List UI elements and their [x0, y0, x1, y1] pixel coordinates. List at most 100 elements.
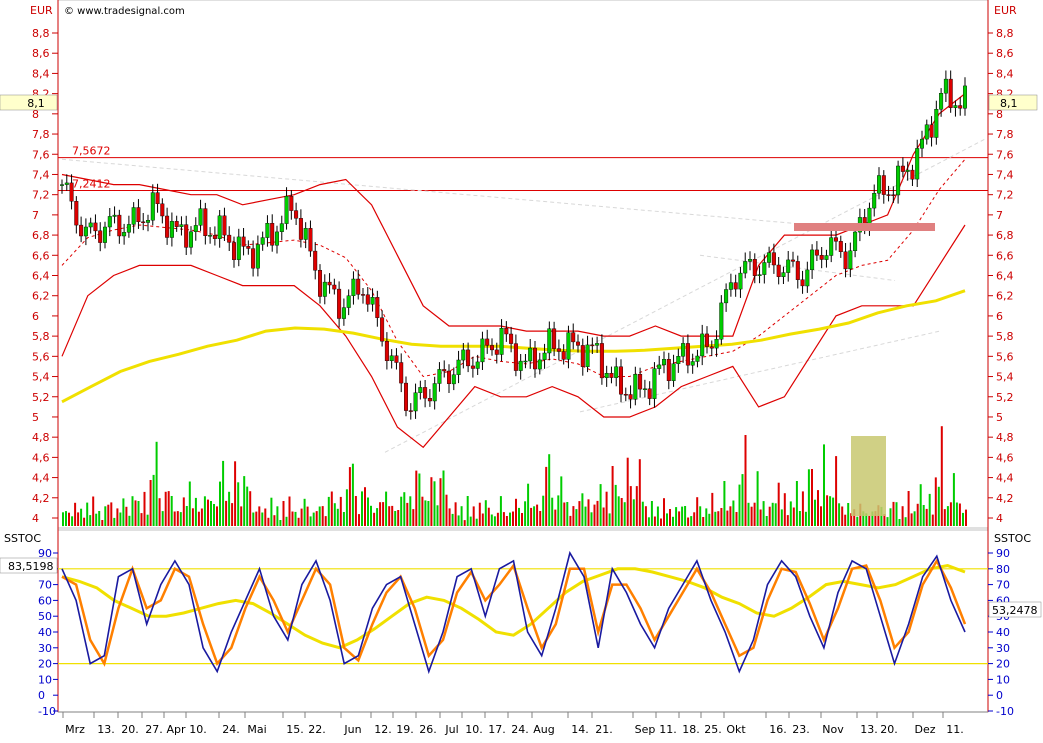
- volume-bar: [922, 505, 925, 526]
- volume-bar: [901, 506, 904, 526]
- candle-body: [561, 351, 566, 360]
- volume-bar: [617, 496, 620, 526]
- volume-bar: [279, 520, 282, 526]
- volume-bar: [243, 476, 246, 526]
- volume-bar: [765, 516, 768, 526]
- candle-body: [394, 355, 399, 363]
- volume-bar: [68, 512, 70, 526]
- candle-body: [791, 259, 796, 262]
- price-ytick-left: 5,8: [32, 330, 50, 343]
- stoch-ytick-left: 70: [38, 579, 52, 592]
- volume-bar: [276, 506, 279, 526]
- volume-bar: [524, 501, 527, 526]
- volume-bar: [282, 501, 285, 526]
- volume-bar: [158, 498, 161, 526]
- volume-bar: [376, 508, 379, 526]
- candle-body: [169, 221, 174, 238]
- volume-bar: [122, 498, 125, 526]
- volume-bar: [669, 509, 671, 526]
- resistance-label: 7,5672: [72, 145, 111, 158]
- volume-bar: [955, 502, 958, 526]
- volume-bar: [92, 496, 95, 526]
- volume-bar: [898, 519, 901, 526]
- candle-body: [604, 373, 609, 379]
- candle-body: [748, 259, 753, 262]
- volume-bar: [826, 495, 829, 526]
- candle-body: [212, 235, 217, 239]
- candle-body: [695, 355, 700, 362]
- candle-body: [270, 222, 275, 246]
- candle-body: [595, 343, 600, 346]
- volume-bar: [868, 516, 871, 526]
- volume-bar: [119, 512, 122, 526]
- volume-bar: [729, 506, 732, 526]
- candle-body: [834, 237, 839, 242]
- stoch-ytick-right: -10: [996, 705, 1014, 718]
- volume-bar: [95, 513, 98, 526]
- volume-bar: [928, 493, 931, 526]
- volume-bar: [723, 481, 726, 526]
- volume-bar: [750, 506, 753, 526]
- volume-bar: [80, 508, 83, 526]
- candle-body: [485, 338, 490, 346]
- candle-body: [432, 383, 437, 402]
- volume-bar: [101, 520, 104, 526]
- candle-body: [690, 361, 695, 366]
- volume-bar: [539, 511, 542, 526]
- candle-body: [298, 218, 303, 240]
- volume-bar: [533, 506, 536, 526]
- volume-bar: [653, 516, 656, 526]
- volume-bar: [638, 459, 641, 526]
- volume-bar: [811, 469, 813, 526]
- volume-bar: [823, 444, 825, 526]
- volume-bar: [484, 500, 487, 526]
- volume-bar: [364, 487, 366, 526]
- volume-bar: [412, 509, 415, 526]
- candle-body: [963, 85, 968, 109]
- volume-bar: [388, 506, 391, 526]
- stoch-ytick-right: 90: [996, 547, 1010, 560]
- candle-body: [647, 388, 652, 399]
- candle-body: [824, 255, 829, 260]
- volume-bar: [185, 506, 188, 526]
- candle-body: [246, 246, 251, 249]
- volume-bar: [759, 509, 762, 526]
- volume-bar: [647, 517, 650, 526]
- price-ytick-left: 4,4: [32, 472, 50, 485]
- volume-bar: [71, 516, 74, 526]
- stoch-ytick-left: 20: [38, 658, 52, 671]
- volume-bar: [904, 517, 907, 526]
- candle-body: [585, 344, 590, 367]
- price-ytick-right: 7,4: [996, 168, 1014, 181]
- candle-body: [757, 274, 762, 277]
- candle-body: [332, 284, 337, 290]
- x-tick-label: 11.: [659, 723, 677, 736]
- candle-body: [174, 221, 179, 227]
- volume-bar: [354, 496, 357, 526]
- candle-body: [231, 242, 236, 260]
- candle-body: [60, 184, 65, 186]
- volume-bar: [197, 511, 200, 526]
- candle-body: [222, 215, 227, 236]
- x-tick-label: 25.: [704, 723, 722, 736]
- candle-body: [427, 398, 432, 402]
- stoch-ytick-right: 20: [996, 658, 1010, 671]
- last-price-tag-right: 8,1: [988, 94, 1038, 111]
- volume-bar: [937, 486, 940, 526]
- candle-body: [93, 222, 98, 232]
- volume-bar: [832, 497, 835, 526]
- price-ytick-right: 8,6: [996, 47, 1014, 60]
- price-ytick-left: 4: [32, 512, 39, 525]
- volume-bar: [925, 508, 928, 526]
- candle-body: [98, 230, 103, 243]
- volume-bar: [919, 484, 922, 526]
- volume-bar: [291, 511, 294, 526]
- stoch-tag-left: 83,5198: [0, 557, 58, 574]
- volume-bar: [783, 493, 786, 526]
- volume-bar: [690, 516, 693, 526]
- candle-body: [900, 165, 905, 172]
- volume-bar: [312, 512, 315, 526]
- candle-body: [442, 369, 447, 372]
- candle-body: [370, 297, 375, 305]
- volume-bar: [113, 517, 116, 526]
